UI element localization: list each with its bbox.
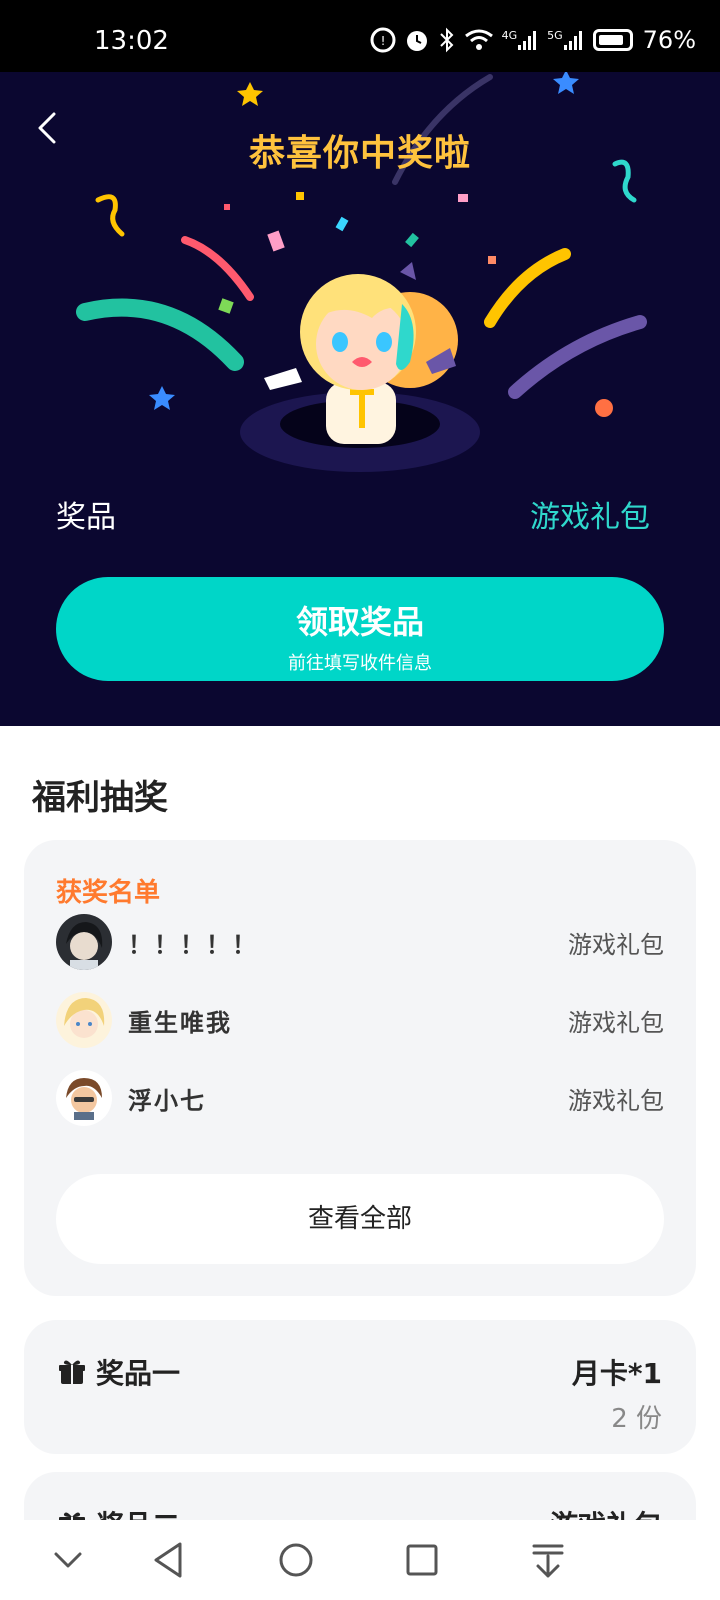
prize-quantity: 2 份 (611, 1404, 662, 1434)
gift-icon (59, 1360, 85, 1384)
network-label-1: 4G (501, 29, 518, 42)
winner-row: 重生唯我 游戏礼包 (56, 992, 664, 1048)
prize-card: 奖品一 月卡*1 2 份 (24, 1320, 696, 1454)
data-saver-icon: ! (370, 27, 396, 53)
view-all-button[interactable]: 查看全部 (56, 1174, 664, 1264)
winners-heading: 获奖名单 (56, 878, 161, 908)
recents-icon[interactable] (398, 1536, 446, 1584)
winner-prize: 游戏礼包 (568, 1008, 664, 1037)
claim-prize-label: 领取奖品 (295, 603, 424, 641)
signal-5g-icon: 5G (547, 29, 585, 51)
winner-prize: 游戏礼包 (568, 930, 664, 959)
network-label-2: 5G (547, 29, 563, 42)
battery-icon (592, 29, 633, 51)
prize-name: 奖品一 (96, 1357, 181, 1390)
winners-card: 获奖名单 ！！！！！ 游戏礼包 重生唯我 游戏礼包 浮小七 游戏礼包 查看全部 (24, 840, 696, 1296)
home-icon[interactable] (272, 1536, 320, 1584)
congrats-title: 恭喜你中奖啦 (248, 133, 471, 174)
prize-hero: 恭喜你中奖啦 奖品 游戏礼包 领取奖品 前往填写收件信息 (0, 72, 720, 726)
signal-4g-icon: 4G (502, 29, 540, 51)
battery-percent: 76% (642, 26, 696, 54)
pull-down-icon[interactable] (524, 1536, 572, 1584)
claim-prize-sublabel: 前往填写收件信息 (288, 653, 432, 674)
prize-item: 月卡*1 (571, 1357, 662, 1390)
prize-label: 奖品 (56, 500, 116, 535)
winner-row: 浮小七 游戏礼包 (56, 1070, 664, 1126)
winner-prize: 游戏礼包 (568, 1086, 664, 1115)
winner-name: ！！！！！ (128, 930, 258, 959)
system-nav-bar (0, 1520, 720, 1600)
prize-value: 游戏礼包 (530, 500, 650, 535)
avatar (56, 1070, 112, 1126)
bluetooth-icon (438, 27, 456, 53)
status-bar: 13:02 ! 4G 5G 76% (0, 0, 720, 72)
collapse-icon[interactable] (44, 1536, 92, 1584)
winner-name: 重生唯我 (128, 1008, 232, 1037)
wifi-icon (464, 28, 494, 52)
avatar (56, 914, 112, 970)
avatar (56, 992, 112, 1048)
status-time: 13:02 (94, 26, 169, 56)
svg-text:!: ! (380, 34, 385, 48)
winner-name: 浮小七 (128, 1086, 206, 1115)
lottery-section-title: 福利抽奖 (32, 778, 168, 818)
winner-row: ！！！！！ 游戏礼包 (56, 914, 664, 970)
claim-prize-button[interactable]: 领取奖品 前往填写收件信息 (56, 577, 664, 681)
back-icon[interactable] (146, 1536, 194, 1584)
status-icons: ! 4G 5G 76% (370, 26, 696, 54)
alarm-icon (404, 27, 430, 53)
